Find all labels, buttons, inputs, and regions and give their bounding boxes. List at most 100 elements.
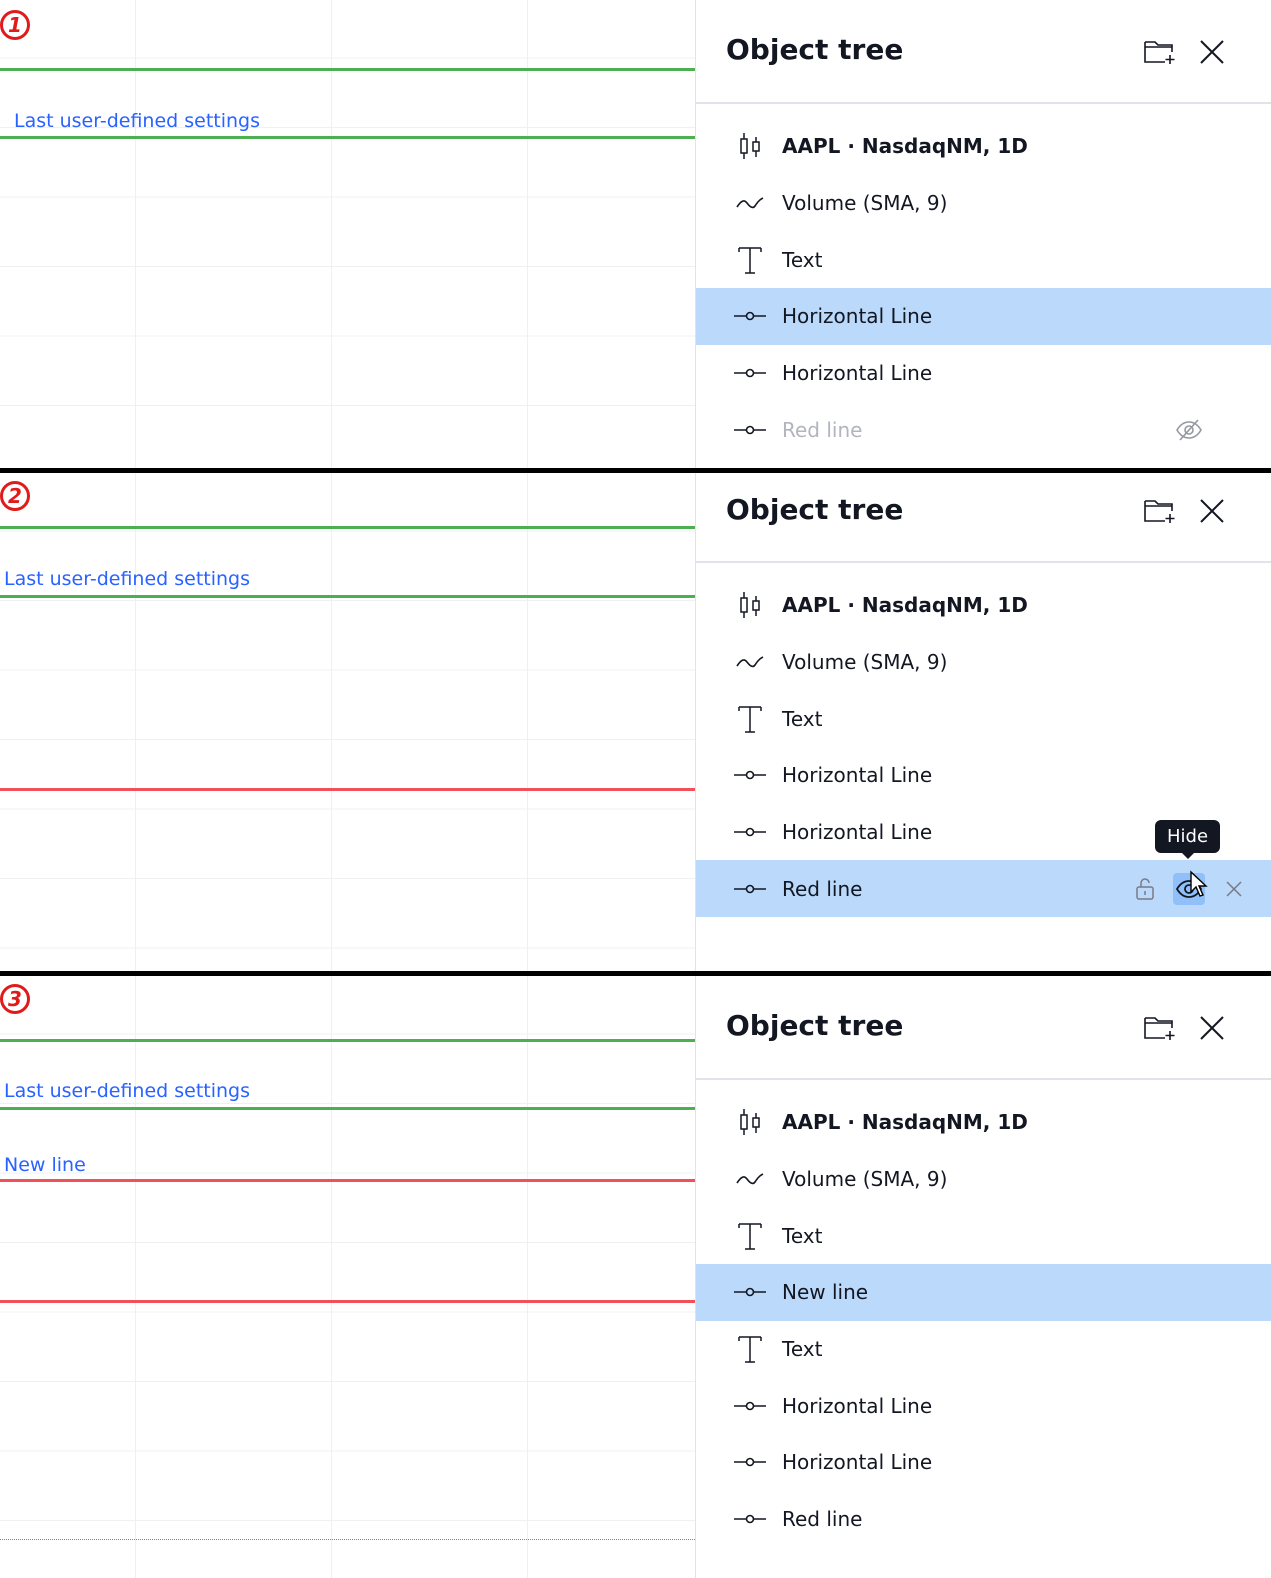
close-icon bbox=[1200, 499, 1224, 523]
close-panel-button[interactable] bbox=[1194, 493, 1230, 529]
green-horizontal-line[interactable] bbox=[0, 1039, 695, 1042]
tree-row-symbol[interactable]: AAPL · NasdaqNM, 1D bbox=[696, 118, 1271, 175]
chart-area[interactable]: Last user-defined settings New line 3 bbox=[0, 976, 695, 1578]
tree-row-red-line[interactable]: Red line bbox=[696, 1491, 1271, 1548]
horizontal-line-icon bbox=[734, 300, 766, 332]
row-label: Horizontal Line bbox=[782, 820, 933, 845]
row-label: Horizontal Line bbox=[782, 304, 933, 329]
row-label: Text bbox=[782, 706, 823, 731]
step-number-badge: 1 bbox=[0, 10, 30, 40]
row-label: Horizontal Line bbox=[782, 1393, 933, 1418]
tree-row-horizontal-line[interactable]: Horizontal Line bbox=[696, 288, 1271, 345]
tree-row-text[interactable]: Text bbox=[696, 1207, 1271, 1264]
row-label: AAPL · NasdaqNM, 1D bbox=[782, 1110, 1028, 1135]
row-label: AAPL · NasdaqNM, 1D bbox=[782, 134, 1028, 159]
green-horizontal-line[interactable] bbox=[0, 1107, 695, 1110]
green-horizontal-line[interactable] bbox=[0, 136, 695, 139]
dotted-price-line bbox=[0, 1539, 695, 1540]
object-tree-panel: Object tree AAPL · NasdaqNM, 1D Volume (… bbox=[695, 0, 1271, 468]
candles-icon bbox=[734, 589, 766, 621]
close-icon bbox=[1200, 1016, 1224, 1040]
horizontal-line-icon bbox=[734, 357, 766, 389]
close-panel-button[interactable] bbox=[1194, 34, 1230, 70]
tree-row-volume[interactable]: Volume (SMA, 9) bbox=[696, 634, 1271, 691]
tree-row-horizontal-line[interactable]: Horizontal Line bbox=[696, 345, 1271, 402]
tree-row-new-line[interactable]: New line bbox=[696, 1264, 1271, 1321]
tree-row-red-line[interactable]: Red line Hide bbox=[696, 820, 1271, 918]
folder-plus-icon bbox=[1144, 500, 1175, 523]
step-2-panel: Last user-defined settings 2 Object tree… bbox=[0, 473, 1271, 971]
object-tree-panel: Object tree AAPL · NasdaqNM, 1D Volume (… bbox=[695, 976, 1271, 1578]
tree-row-volume[interactable]: Volume (SMA, 9) bbox=[696, 175, 1271, 232]
candles-icon bbox=[734, 130, 766, 162]
tree-row-text[interactable]: Text bbox=[696, 231, 1271, 288]
tree-row-symbol[interactable]: AAPL · NasdaqNM, 1D bbox=[696, 1094, 1271, 1151]
wave-icon bbox=[734, 1163, 766, 1195]
text-icon bbox=[734, 1333, 766, 1365]
green-horizontal-line[interactable] bbox=[0, 595, 695, 598]
tree-row-horizontal-line[interactable]: Horizontal Line bbox=[696, 1377, 1271, 1434]
show-button[interactable] bbox=[1173, 414, 1205, 446]
new-folder-button[interactable] bbox=[1142, 34, 1178, 70]
candles-icon bbox=[734, 1106, 766, 1138]
horizontal-line-icon bbox=[734, 1503, 766, 1535]
text-icon bbox=[734, 1220, 766, 1252]
row-label: Red line bbox=[782, 417, 863, 442]
line-label: Last user-defined settings bbox=[14, 110, 261, 132]
text-icon bbox=[734, 244, 766, 276]
tree-row-horizontal-line[interactable]: Horizontal Line bbox=[696, 747, 1271, 804]
tree-row-symbol[interactable]: AAPL · NasdaqNM, 1D bbox=[696, 577, 1271, 634]
horizontal-line-icon bbox=[734, 873, 766, 905]
red-horizontal-line[interactable] bbox=[0, 788, 695, 791]
panel-title: Object tree bbox=[726, 33, 904, 66]
row-label: New line bbox=[782, 1280, 869, 1305]
wave-icon bbox=[734, 187, 766, 219]
horizontal-line-icon bbox=[734, 1446, 766, 1478]
tree-row-volume[interactable]: Volume (SMA, 9) bbox=[696, 1151, 1271, 1208]
horizontal-line-icon bbox=[734, 1276, 766, 1308]
row-label: Red line bbox=[782, 1507, 863, 1532]
row-label: Horizontal Line bbox=[782, 361, 933, 386]
step-1-panel: Last user-defined settings 1 Object tree… bbox=[0, 0, 1271, 468]
close-icon bbox=[1226, 881, 1242, 897]
red-horizontal-line[interactable] bbox=[0, 1300, 695, 1303]
step-3-panel: Last user-defined settings New line 3 Ob… bbox=[0, 976, 1271, 1578]
wave-icon bbox=[734, 646, 766, 678]
remove-button[interactable] bbox=[1218, 873, 1250, 905]
tree-row-horizontal-line[interactable]: Horizontal Line bbox=[696, 1434, 1271, 1491]
tree-row-text[interactable]: Text bbox=[696, 1321, 1271, 1378]
line-label: Last user-defined settings bbox=[4, 568, 251, 590]
horizontal-line-icon bbox=[734, 816, 766, 848]
row-label: Text bbox=[782, 247, 823, 272]
row-label: Text bbox=[782, 1223, 823, 1248]
row-label: Volume (SMA, 9) bbox=[782, 1167, 948, 1192]
row-label: Horizontal Line bbox=[782, 1450, 933, 1475]
chart-area[interactable]: Last user-defined settings 1 bbox=[0, 0, 695, 468]
mouse-cursor-icon bbox=[1190, 870, 1208, 898]
tree-row-red-line[interactable]: Red line bbox=[696, 401, 1271, 458]
horizontal-line-icon bbox=[734, 414, 766, 446]
folder-plus-icon bbox=[1144, 41, 1175, 64]
row-label: AAPL · NasdaqNM, 1D bbox=[782, 593, 1028, 618]
new-line-label: New line bbox=[4, 1154, 86, 1176]
eye-crossed-icon bbox=[1176, 419, 1202, 441]
row-label: Horizontal Line bbox=[782, 763, 933, 788]
row-label: Text bbox=[782, 1337, 823, 1362]
panel-title: Object tree bbox=[726, 1009, 904, 1042]
green-horizontal-line[interactable] bbox=[0, 68, 695, 71]
new-folder-button[interactable] bbox=[1142, 493, 1178, 529]
step-number-badge: 3 bbox=[0, 984, 30, 1014]
row-label: Volume (SMA, 9) bbox=[782, 650, 948, 675]
red-horizontal-line[interactable] bbox=[0, 1179, 695, 1182]
horizontal-line-icon bbox=[734, 1390, 766, 1422]
lock-button[interactable] bbox=[1129, 873, 1161, 905]
tree-row-text[interactable]: Text bbox=[696, 690, 1271, 747]
new-folder-button[interactable] bbox=[1142, 1010, 1178, 1046]
panel-header: Object tree bbox=[696, 976, 1271, 1080]
green-horizontal-line[interactable] bbox=[0, 526, 695, 529]
panel-header: Object tree bbox=[696, 473, 1271, 563]
text-icon bbox=[734, 703, 766, 735]
panel-header: Object tree bbox=[696, 0, 1271, 104]
close-panel-button[interactable] bbox=[1194, 1010, 1230, 1046]
chart-area[interactable]: Last user-defined settings 2 bbox=[0, 473, 695, 971]
